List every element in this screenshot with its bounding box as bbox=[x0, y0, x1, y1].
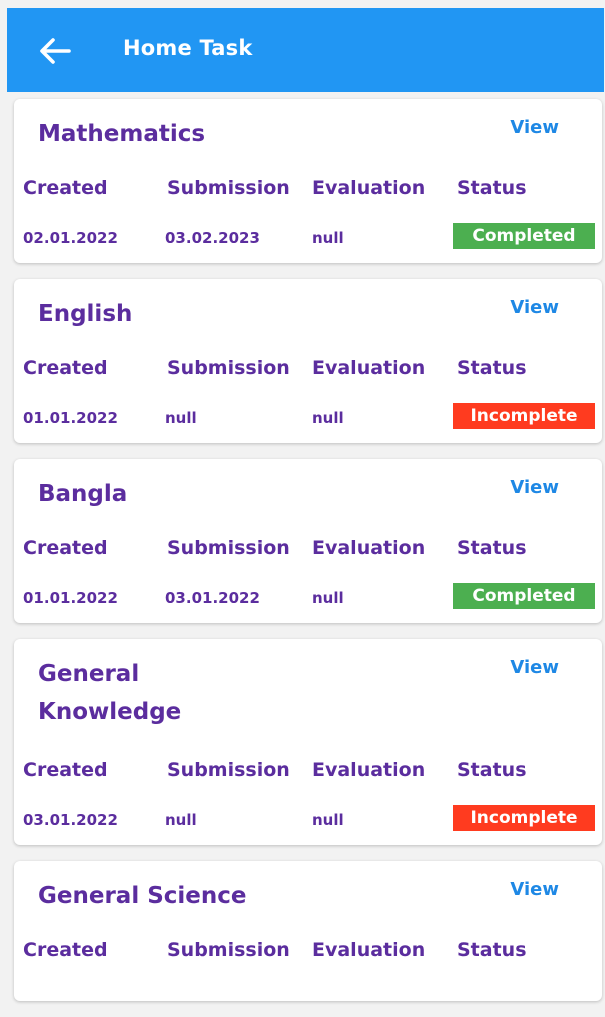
created-date: 02.01.2022 bbox=[23, 229, 118, 247]
subject-title: Bangla bbox=[38, 481, 128, 507]
created-date: 01.01.2022 bbox=[23, 409, 118, 427]
task-card: General Knowledge View Created Submissio… bbox=[14, 639, 602, 845]
view-button[interactable]: View bbox=[510, 477, 559, 498]
created-header: Created bbox=[23, 357, 108, 379]
status-badge: Completed bbox=[453, 583, 595, 609]
status-header: Status bbox=[457, 537, 527, 559]
status-header: Status bbox=[457, 357, 527, 379]
submission-date: null bbox=[165, 409, 197, 427]
task-list: Mathematics View Created Submission Eval… bbox=[14, 99, 602, 1017]
evaluation-header: Evaluation bbox=[312, 537, 426, 559]
evaluation-value: null bbox=[312, 409, 344, 427]
evaluation-header: Evaluation bbox=[312, 357, 426, 379]
task-card: English View Created Submission Evaluati… bbox=[14, 279, 602, 443]
created-header: Created bbox=[23, 177, 108, 199]
task-card: Mathematics View Created Submission Eval… bbox=[14, 99, 602, 263]
back-button[interactable] bbox=[35, 33, 75, 69]
view-button[interactable]: View bbox=[510, 657, 559, 678]
view-button[interactable]: View bbox=[510, 297, 559, 318]
submission-header: Submission bbox=[167, 177, 290, 199]
created-header: Created bbox=[23, 537, 108, 559]
status-badge: Incomplete bbox=[453, 403, 595, 429]
submission-date: null bbox=[165, 811, 197, 829]
evaluation-value: null bbox=[312, 229, 344, 247]
app-bar: Home Task bbox=[7, 8, 604, 92]
subject-title: English bbox=[38, 301, 133, 327]
subject-title: General Science bbox=[38, 883, 247, 909]
created-header: Created bbox=[23, 759, 108, 781]
subject-title: General Knowledge bbox=[38, 661, 182, 725]
evaluation-value: null bbox=[312, 811, 344, 829]
status-badge: Incomplete bbox=[453, 805, 595, 831]
status-header: Status bbox=[457, 177, 527, 199]
status-header: Status bbox=[457, 939, 527, 961]
submission-header: Submission bbox=[167, 939, 290, 961]
task-card: General Science View Created Submission … bbox=[14, 861, 602, 1001]
evaluation-header: Evaluation bbox=[312, 939, 426, 961]
created-date: 03.01.2022 bbox=[23, 811, 118, 829]
status-header: Status bbox=[457, 759, 527, 781]
submission-date: 03.02.2023 bbox=[165, 229, 260, 247]
evaluation-header: Evaluation bbox=[312, 177, 426, 199]
submission-header: Submission bbox=[167, 357, 290, 379]
arrow-left-icon bbox=[40, 38, 71, 64]
evaluation-header: Evaluation bbox=[312, 759, 426, 781]
submission-header: Submission bbox=[167, 759, 290, 781]
submission-date: 03.01.2022 bbox=[165, 589, 260, 607]
status-badge: Completed bbox=[453, 223, 595, 249]
view-button[interactable]: View bbox=[510, 879, 559, 900]
view-button[interactable]: View bbox=[510, 117, 559, 138]
task-card: Bangla View Created Submission Evaluatio… bbox=[14, 459, 602, 623]
page-title: Home Task bbox=[123, 36, 253, 60]
evaluation-value: null bbox=[312, 589, 344, 607]
submission-header: Submission bbox=[167, 537, 290, 559]
created-header: Created bbox=[23, 939, 108, 961]
created-date: 01.01.2022 bbox=[23, 589, 118, 607]
subject-title: Mathematics bbox=[38, 121, 206, 147]
